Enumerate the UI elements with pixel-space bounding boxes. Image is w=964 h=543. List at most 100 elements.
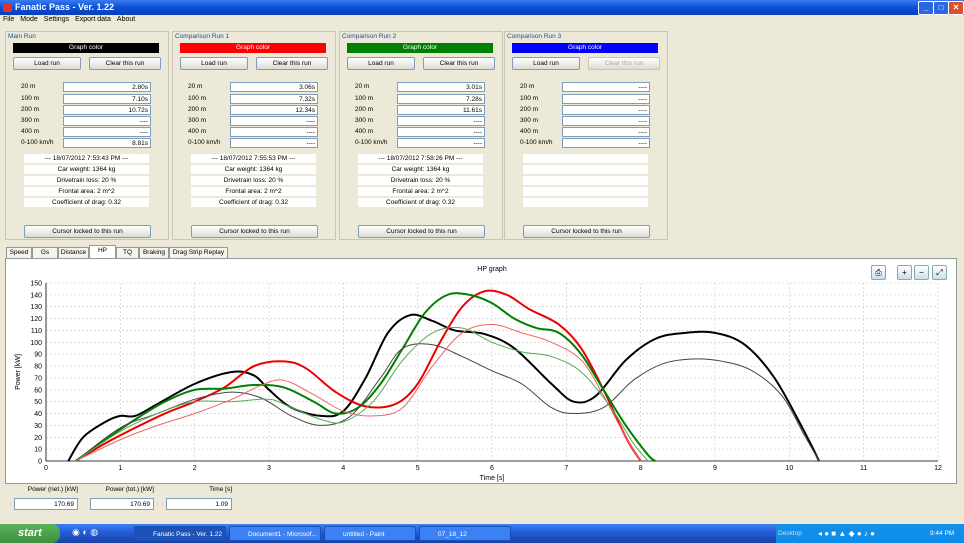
metric-row-20m: 20 m 2.80s bbox=[21, 82, 156, 93]
close-button[interactable]: ✕ bbox=[948, 1, 964, 15]
tab-speed[interactable]: Speed bbox=[6, 247, 32, 258]
zoom-out-icon[interactable]: − bbox=[914, 265, 929, 280]
taskbar-item-fanatic-pass[interactable]: Fanatic Pass - Ver. 1.22 bbox=[134, 526, 226, 541]
graph-color-button[interactable]: Graph color bbox=[180, 43, 326, 53]
load-run-button[interactable]: Load run bbox=[512, 57, 580, 70]
y-tick-label: 10 bbox=[34, 447, 42, 454]
desktop-toolbar-label[interactable]: Desktop bbox=[778, 524, 802, 543]
metric-value: ---- bbox=[562, 116, 650, 126]
timestamp-field: --- 18/07/2012 7:55:53 PM --- bbox=[191, 154, 316, 163]
cursor-locked-button[interactable]: Cursor locked to this run bbox=[358, 225, 485, 238]
metric-row-100m: 100 m 7.10s bbox=[21, 94, 156, 105]
metric-label: 200 m bbox=[188, 106, 207, 113]
metric-row-400m: 400 m ---- bbox=[520, 127, 655, 138]
app-icon bbox=[3, 3, 12, 12]
x-tick-label: 2 bbox=[193, 465, 197, 472]
load-run-button[interactable]: Load run bbox=[180, 57, 248, 70]
clear-run-button[interactable]: Clear this run bbox=[89, 57, 161, 70]
graph-color-button[interactable]: Graph color bbox=[512, 43, 658, 53]
drag-coefficient-field: Coefficient of drag: 0.32 bbox=[24, 198, 149, 207]
taskbar-item-paint[interactable]: untitled - Paint bbox=[324, 526, 416, 541]
metric-label: 0-100 km/h bbox=[188, 139, 221, 146]
menu-about[interactable]: About bbox=[114, 15, 138, 24]
metric-row-0-100: 0-100 km/h 8.81s bbox=[21, 138, 156, 149]
menu-file[interactable]: File bbox=[0, 15, 17, 24]
hp-chart[interactable]: HP graph01020304050607080901001101201301… bbox=[6, 259, 956, 483]
car-weight-field: Car weight: 1364 kg bbox=[358, 165, 483, 174]
clear-run-button[interactable]: Clear this run bbox=[256, 57, 328, 70]
series-line-3 bbox=[75, 343, 820, 462]
y-tick-label: 130 bbox=[30, 304, 42, 311]
minimize-button[interactable]: _ bbox=[918, 1, 934, 15]
y-tick-label: 140 bbox=[30, 292, 42, 299]
metric-value: 3.06s bbox=[230, 82, 318, 92]
load-run-button[interactable]: Load run bbox=[347, 57, 415, 70]
taskbar-item-document1[interactable]: Document1 - Microsof... bbox=[229, 526, 321, 541]
quick-launch-icons[interactable]: ◉ ◐ ◍ bbox=[72, 527, 98, 538]
tab-hp[interactable]: HP bbox=[89, 245, 116, 259]
run-panel-3: Comparison Run 3 Graph color Load run Clear… bbox=[504, 31, 668, 240]
print-icon[interactable]: ⎙ bbox=[871, 265, 886, 280]
metric-value: ---- bbox=[230, 116, 318, 126]
start-button[interactable]: start bbox=[0, 524, 60, 543]
metric-label: 0-100 km/h bbox=[520, 139, 553, 146]
metric-value: 8.81s bbox=[63, 138, 151, 148]
cursor-locked-button[interactable]: Cursor locked to this run bbox=[24, 225, 151, 238]
metric-label: 100 m bbox=[355, 95, 374, 102]
run-panel-title: Comparison Run 1 bbox=[175, 33, 230, 40]
metric-row-200m: 200 m 11.61s bbox=[355, 105, 490, 116]
metric-row-300m: 300 m ---- bbox=[188, 116, 323, 127]
x-tick-label: 6 bbox=[490, 465, 494, 472]
x-tick-label: 12 bbox=[934, 465, 942, 472]
tab-tq[interactable]: TQ bbox=[116, 247, 139, 258]
metric-value: ---- bbox=[63, 116, 151, 126]
y-tick-label: 60 bbox=[34, 387, 42, 394]
timestamp-field: --- 18/07/2012 7:53:43 PM --- bbox=[24, 154, 149, 163]
y-tick-label: 40 bbox=[34, 411, 42, 418]
clear-run-button[interactable]: Clear this run bbox=[588, 57, 660, 70]
graph-area: HP graph 0 10 20 30 40 50 60 70 80 90 100 110 120 130 1… bbox=[5, 258, 957, 484]
drivetrain-loss-field: Drivetrain loss: 20 % bbox=[191, 176, 316, 185]
metric-row-0-100: 0-100 km/h ---- bbox=[355, 138, 490, 149]
metric-value: ---- bbox=[562, 138, 650, 148]
metric-value: ---- bbox=[230, 127, 318, 137]
graph-color-button[interactable]: Graph color bbox=[13, 43, 159, 53]
tab-distance[interactable]: Distance bbox=[58, 247, 89, 258]
metric-value: ---- bbox=[397, 116, 485, 126]
taskbar: start ◉ ◐ ◍ Fanatic Pass - Ver. 1.22 Doc… bbox=[0, 524, 964, 543]
metric-label: 20 m bbox=[355, 83, 370, 90]
metric-label: 300 m bbox=[21, 117, 40, 124]
frontal-area-field: Frontal area: 2 m^2 bbox=[358, 187, 483, 196]
graph-color-button[interactable]: Graph color bbox=[347, 43, 493, 53]
menu-settings[interactable]: Settings bbox=[41, 15, 72, 24]
zoom-fit-icon[interactable]: ⤢ bbox=[932, 265, 947, 280]
metric-label: 300 m bbox=[355, 117, 374, 124]
metric-row-300m: 300 m ---- bbox=[21, 116, 156, 127]
tray-icons[interactable]: ◂ ● ■ ▲ ◆ ● ♪ ● bbox=[818, 524, 875, 543]
metric-value: ---- bbox=[562, 82, 650, 92]
metric-row-0-100: 0-100 km/h ---- bbox=[520, 138, 655, 149]
cursor-locked-button[interactable]: Cursor locked to this run bbox=[191, 225, 318, 238]
cursor-locked-button[interactable]: Cursor locked to this run bbox=[523, 225, 650, 238]
menu-mode[interactable]: Mode bbox=[17, 15, 41, 24]
tab-braking[interactable]: Braking bbox=[139, 247, 169, 258]
run-panel-1: Comparison Run 1 Graph color Load run Clear… bbox=[172, 31, 336, 240]
load-run-button[interactable]: Load run bbox=[13, 57, 81, 70]
metric-row-200m: 200 m 12.34s bbox=[188, 105, 323, 116]
taskbar-item-folder[interactable]: 07_18_12 bbox=[419, 526, 511, 541]
zoom-in-icon[interactable]: + bbox=[897, 265, 912, 280]
tab-gs[interactable]: Gs bbox=[32, 247, 58, 258]
frontal-area-field: Frontal area: 2 m^2 bbox=[24, 187, 149, 196]
maximize-button[interactable]: □ bbox=[933, 1, 949, 15]
menu-export-data[interactable]: Export data bbox=[72, 15, 114, 24]
metric-label: 400 m bbox=[520, 128, 539, 135]
metric-value: 3.01s bbox=[397, 82, 485, 92]
power-net-label: Power (net.) [kW] bbox=[27, 486, 78, 493]
metric-label: 20 m bbox=[21, 83, 36, 90]
y-axis-label: Power [kW] bbox=[15, 354, 22, 390]
tab-drag-strip-replay[interactable]: Drag Strip Replay bbox=[169, 247, 228, 258]
metric-row-400m: 400 m ---- bbox=[355, 127, 490, 138]
metric-value: ---- bbox=[397, 127, 485, 137]
clear-run-button[interactable]: Clear this run bbox=[423, 57, 495, 70]
x-tick-label: 3 bbox=[267, 465, 271, 472]
